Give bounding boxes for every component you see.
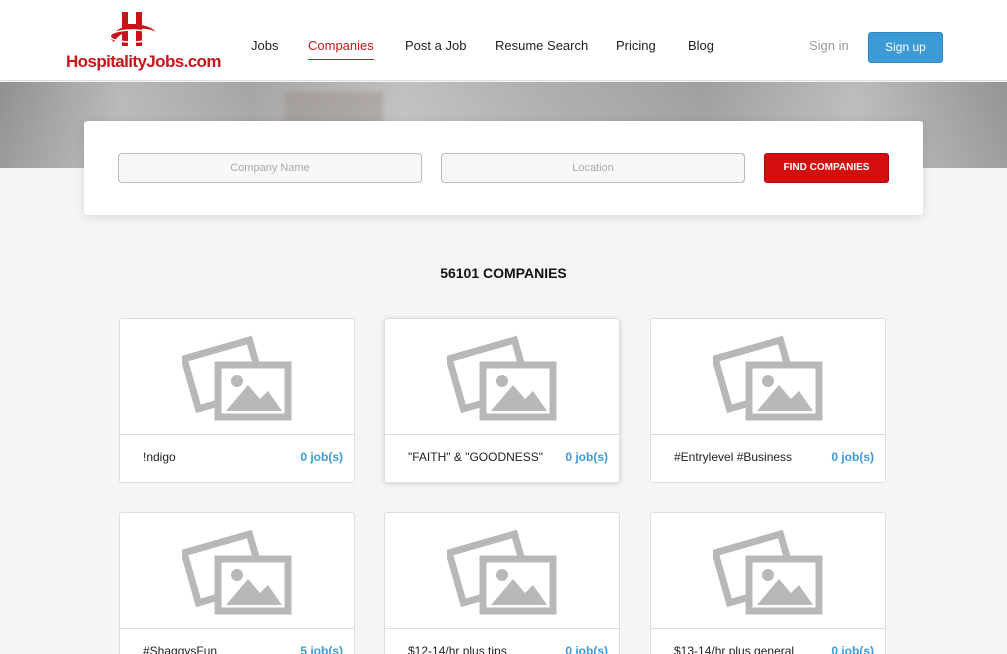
company-jobs-count[interactable]: 5 job(s) [300,644,343,654]
company-card[interactable]: "FAITH" & "GOODNESS" 0 job(s) [384,318,620,483]
company-jobs-count[interactable]: 0 job(s) [831,644,874,654]
company-card[interactable]: #Entrylevel #Business 0 job(s) [650,318,886,483]
image-placeholder-icon [713,529,823,615]
image-placeholder-icon [447,335,557,421]
company-jobs-count[interactable]: 0 job(s) [300,450,343,464]
company-search-panel: FIND COMPANIES [84,121,923,215]
image-placeholder-icon [182,529,292,615]
sign-up-button[interactable]: Sign up [868,32,943,63]
location-input[interactable] [441,153,745,183]
company-name: #ShaggysFun [143,644,218,654]
company-name: "FAITH" & "GOODNESS" [408,450,544,464]
company-logo-placeholder [120,319,354,435]
image-placeholder-icon [447,529,557,615]
nav-companies[interactable]: Companies [308,38,374,60]
company-name: !ndigo [143,450,176,464]
nav-pricing[interactable]: Pricing [616,38,656,53]
site-header: HospitalityJobs.com Jobs Companies Post … [0,0,1007,81]
nav-resume-search[interactable]: Resume Search [495,38,588,53]
company-logo-placeholder [385,319,619,435]
company-jobs-count[interactable]: 0 job(s) [565,450,608,464]
company-name: $13-14/hr plus general [674,644,795,654]
logo-text: HospitalityJobs.com [66,52,221,71]
find-companies-button[interactable]: FIND COMPANIES [764,153,889,183]
company-logo-placeholder [385,513,619,629]
nav-post-a-job[interactable]: Post a Job [405,38,466,53]
company-name-input[interactable] [118,153,422,183]
company-logo-placeholder [651,513,885,629]
company-card[interactable]: #ShaggysFun 5 job(s) [119,512,355,654]
company-logo-placeholder [651,319,885,435]
company-card[interactable]: $12-14/hr plus tips 0 job(s) [384,512,620,654]
company-logo-placeholder [120,513,354,629]
sign-in-link[interactable]: Sign in [809,38,849,53]
company-jobs-count[interactable]: 0 job(s) [831,450,874,464]
company-jobs-count[interactable]: 0 job(s) [565,644,608,654]
nav-jobs[interactable]: Jobs [251,38,278,53]
nav-blog[interactable]: Blog [688,38,714,53]
site-logo[interactable]: HospitalityJobs.com [66,8,221,74]
image-placeholder-icon [713,335,823,421]
company-name: $12-14/hr plus tips [408,644,507,654]
company-name: #Entrylevel #Business [674,450,793,464]
company-card[interactable]: !ndigo 0 job(s) [119,318,355,483]
companies-count: 56101 COMPANIES [440,265,567,281]
logo-h-icon [109,12,156,46]
company-card[interactable]: $13-14/hr plus general 0 job(s) [650,512,886,654]
image-placeholder-icon [182,335,292,421]
